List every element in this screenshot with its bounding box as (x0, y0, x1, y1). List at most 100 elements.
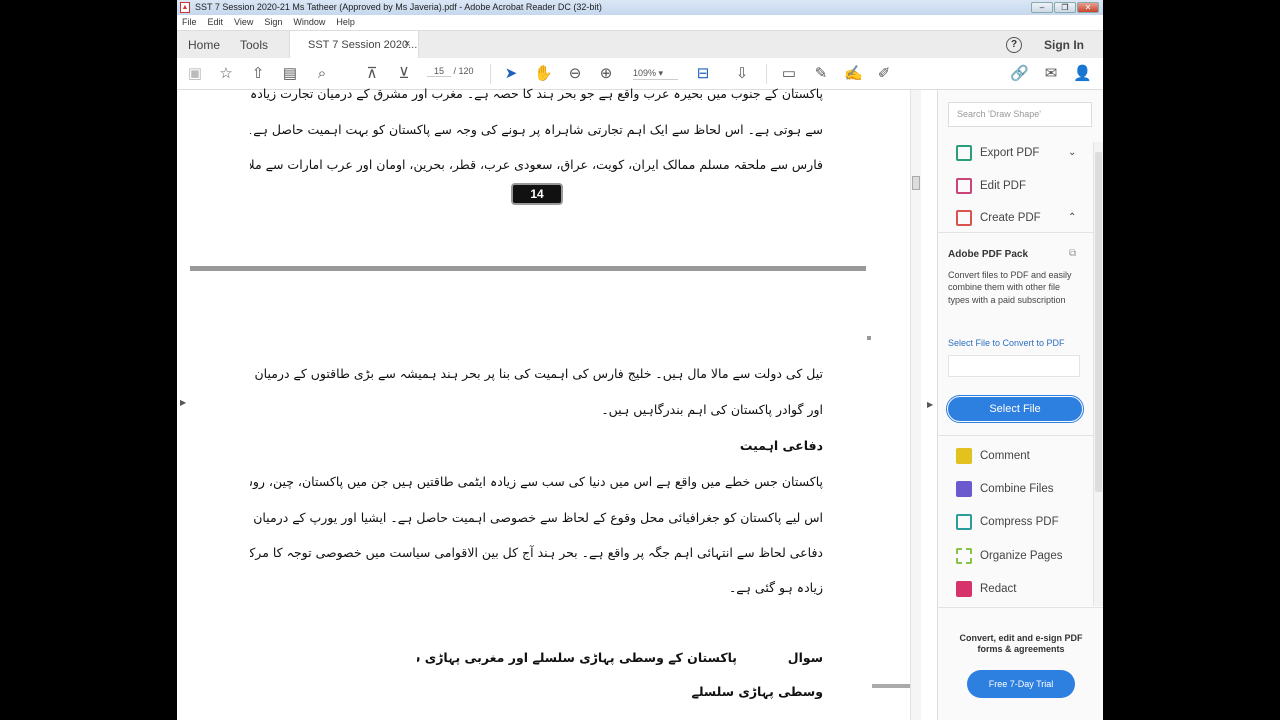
close-window-button[interactable]: ✕ (1077, 2, 1099, 13)
tools-scrollbar[interactable] (1093, 142, 1103, 606)
tool-export-pdf[interactable]: Export PDF ⌄ (956, 143, 1076, 163)
page-marker (867, 336, 871, 340)
menu-edit[interactable]: Edit (208, 17, 224, 27)
menu-sign[interactable]: Sign (264, 17, 282, 27)
section-subheading: وسطی پہاڑی سلسلے (691, 684, 824, 699)
sign-icon[interactable]: ✍ (844, 65, 863, 83)
sign-in-button[interactable]: Sign In (1044, 38, 1084, 52)
save-icon[interactable]: ▣ (186, 65, 204, 83)
menu-view[interactable]: View (234, 17, 253, 27)
chevron-up-icon[interactable]: ⌃ (1068, 208, 1076, 228)
page-number-badge: 14 (511, 183, 563, 205)
text-line: پاکستان جس خطے میں واقع ہے اس میں دنیا ک… (250, 474, 823, 489)
menu-bar: File Edit View Sign Window Help (177, 15, 1103, 30)
menu-help[interactable]: Help (336, 17, 355, 27)
section-heading: دفاعی اہمیت (739, 438, 823, 453)
divider (938, 435, 1093, 436)
tools-pane: Search 'Draw Shape' Export PDF ⌄ Edit PDF… (937, 90, 1103, 720)
tool-organize-pages[interactable]: Organize Pages (956, 546, 1062, 566)
tool-compress-pdf[interactable]: Compress PDF (956, 512, 1059, 532)
tool-edit-pdf[interactable]: Edit PDF (956, 176, 1026, 196)
hand-tool-icon[interactable]: ✋ (534, 65, 553, 83)
print-icon[interactable]: ▤ (281, 65, 299, 83)
tool-label: Combine Files (980, 483, 1054, 495)
edit-pdf-icon (956, 177, 972, 194)
select-file-label: Select File to Convert to PDF (948, 338, 1065, 348)
comment-icon[interactable]: ▭ (780, 65, 798, 83)
fill-sign-icon[interactable]: ✐ (875, 65, 893, 83)
document-view[interactable]: ▶ پاکستان کے جنوب میں بحیرہ عرب واقع ہے … (177, 86, 921, 720)
zoom-in-icon[interactable]: ⊕ (597, 65, 615, 83)
file-input[interactable] (948, 355, 1080, 377)
combine-files-icon (956, 480, 972, 497)
minimize-button[interactable]: – (1031, 2, 1053, 13)
tool-combine-files[interactable]: Combine Files (956, 479, 1054, 499)
tab-close-icon[interactable]: × (404, 38, 410, 50)
tool-redact[interactable]: Redact (956, 579, 1016, 599)
free-trial-button[interactable]: Free 7-Day Trial (967, 670, 1075, 698)
search-zoom-icon[interactable]: ⌕ (313, 65, 331, 83)
menu-window[interactable]: Window (293, 17, 325, 27)
document-scrollbar[interactable] (910, 90, 921, 720)
tool-comment[interactable]: Comment (956, 446, 1030, 466)
scroll-mode-icon[interactable]: ⇩ (733, 65, 751, 83)
divider (938, 232, 1093, 233)
zoom-level-dropdown[interactable]: 109% ▾ (633, 68, 678, 80)
question-label: سوال (787, 650, 823, 665)
text-line: تیل کی دولت سے مالا مال ہیں۔ خلیج فارس ک… (250, 366, 823, 381)
text-line: پاکستان کے جنوب میں بحیرہ عرب واقع ہے جو… (250, 86, 823, 101)
tab-home[interactable]: Home (188, 38, 220, 52)
highlight-pen-icon[interactable]: ✎ (812, 65, 830, 83)
select-pointer-icon[interactable]: ➤ (502, 65, 520, 83)
zoom-out-icon[interactable]: ⊖ (566, 65, 584, 83)
text-line: فارس سے ملحقہ مسلم ممالک ایران، کویت، عر… (250, 157, 823, 172)
help-icon[interactable]: ? (1006, 37, 1022, 53)
email-icon[interactable]: ✉ (1042, 65, 1060, 83)
comment-tool-icon (956, 447, 972, 464)
tab-document[interactable]: SST 7 Session 2020... × (289, 31, 419, 59)
compress-pdf-icon (956, 513, 972, 530)
tool-label: Organize Pages (980, 550, 1063, 562)
page-number-input[interactable]: 15 (427, 66, 451, 77)
tools-search-input[interactable]: Search 'Draw Shape' (948, 102, 1092, 127)
restore-button[interactable]: ❐ (1054, 2, 1076, 13)
tool-label: Edit PDF (980, 180, 1027, 192)
share-link-icon[interactable]: 🔗 (1010, 65, 1029, 83)
pdf-app-icon: ▲ (180, 2, 190, 13)
chevron-down-icon[interactable]: ⌄ (1068, 143, 1076, 163)
text-line: زیادہ ہو گئی ہے۔ (728, 580, 823, 595)
select-file-button[interactable]: Select File (946, 395, 1084, 423)
tool-label: Create PDF (980, 212, 1041, 224)
next-page-icon[interactable]: ⊻ (395, 65, 413, 83)
toolbar-divider (766, 64, 767, 84)
upload-cloud-icon[interactable]: ⇧ (249, 65, 267, 83)
left-pane-expand-icon[interactable]: ▶ (180, 398, 186, 407)
fit-page-icon[interactable]: ⊟ (694, 65, 712, 83)
tool-label: Compress PDF (980, 516, 1059, 528)
menu-file[interactable]: File (182, 17, 197, 27)
page-separator (190, 266, 866, 271)
right-pane-collapse-icon[interactable]: ▶ (927, 400, 933, 409)
text-line: اس لیے پاکستان کو جغرافیائی محل وقوع کے … (250, 510, 823, 525)
bookmark-star-icon[interactable]: ☆ (217, 65, 235, 83)
organize-pages-icon (956, 547, 972, 564)
scroll-position-marker (872, 684, 910, 688)
tool-label: Export PDF (980, 147, 1040, 159)
tab-document-label: SST 7 Session 2020... (308, 39, 418, 51)
pack-title: Adobe PDF Pack (948, 249, 1029, 260)
redact-icon (956, 580, 972, 597)
tools-scrollbar-thumb[interactable] (1095, 152, 1102, 492)
text-line: سے ہوتی ہے۔ اس لحاظ سے ایک اہم تجارتی شا… (250, 122, 823, 137)
page-navigator: 15 / 120 (427, 66, 474, 77)
tool-create-pdf[interactable]: Create PDF ⌃ (956, 208, 1076, 228)
export-pdf-icon (956, 144, 972, 161)
promo-text: Convert, edit and e-sign PDF forms & agr… (959, 633, 1083, 654)
tool-label: Redact (980, 583, 1017, 595)
pack-description: Convert files to PDF and easily combine … (948, 270, 1072, 305)
previous-page-icon[interactable]: ⊼ (363, 65, 381, 83)
add-user-icon[interactable]: 👤 (1073, 65, 1092, 83)
scrollbar-thumb[interactable] (912, 176, 920, 190)
title-bar: ▲ SST 7 Session 2020-21 Ms Tatheer (Appr… (177, 0, 1103, 15)
window-title: SST 7 Session 2020-21 Ms Tatheer (Approv… (195, 2, 602, 12)
tab-tools[interactable]: Tools (240, 38, 268, 52)
